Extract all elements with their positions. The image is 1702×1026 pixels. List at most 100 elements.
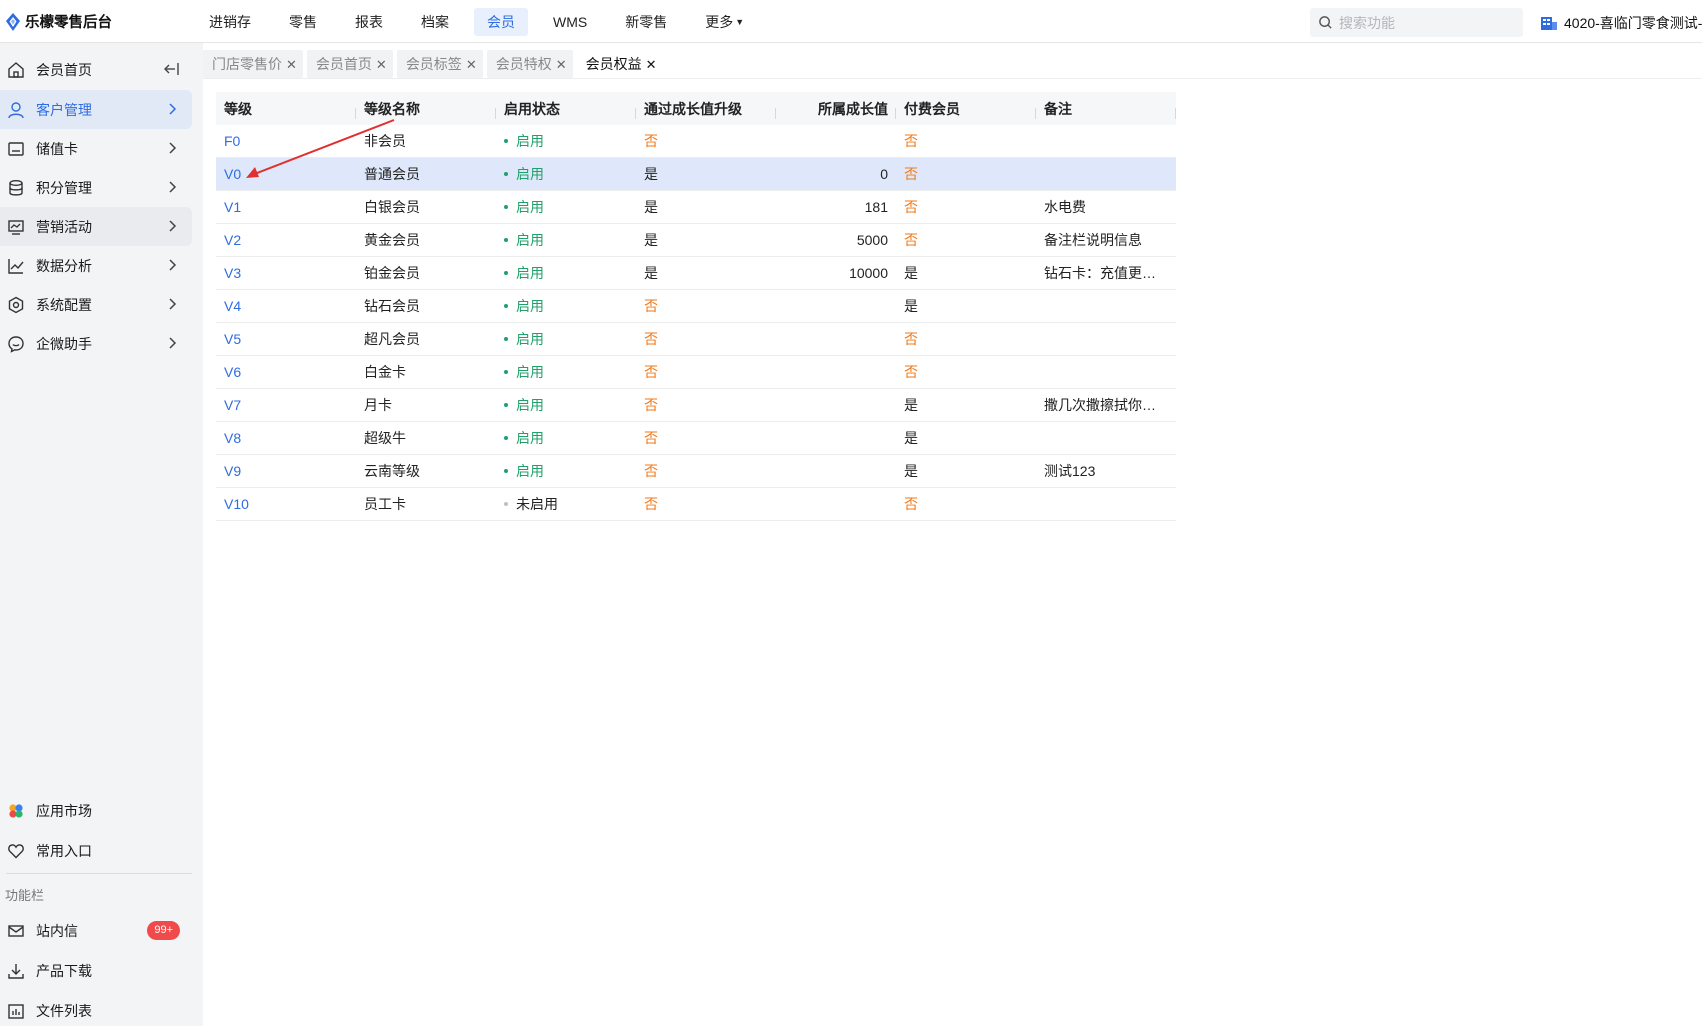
- cell-level[interactable]: V3: [216, 265, 356, 281]
- sidebar-item-customer[interactable]: 客户管理: [0, 90, 192, 129]
- cell-paid: 否: [904, 496, 918, 512]
- status-dot-icon: [504, 370, 508, 374]
- nav-archives[interactable]: 档案: [408, 8, 462, 36]
- caret-down-icon: ▼: [735, 17, 745, 27]
- sidebar-item-wecom-assistant[interactable]: 企微助手: [0, 324, 192, 363]
- cell-level[interactable]: V2: [216, 232, 356, 248]
- cell-level[interactable]: V5: [216, 331, 356, 347]
- cell-status: 启用: [496, 131, 636, 151]
- table-row[interactable]: V7 月卡 启用 否 是 撒几次撒擦拭你…: [216, 389, 1176, 422]
- table-row[interactable]: V1 白银会员 启用 是 181 否 水电费: [216, 191, 1176, 224]
- column-header[interactable]: 等级名称: [356, 99, 496, 119]
- sidebar-item-file-list[interactable]: 文件列表: [0, 991, 192, 1026]
- search-box[interactable]: [1310, 8, 1523, 37]
- nav-label: 档案: [421, 14, 449, 30]
- cell-note: 撒几次撒擦拭你…: [1044, 397, 1156, 413]
- nav-member[interactable]: 会员: [474, 8, 528, 36]
- cell-level[interactable]: V7: [216, 397, 356, 413]
- cell-level[interactable]: V1: [216, 199, 356, 215]
- table-row[interactable]: V5 超凡会员 启用 否 否: [216, 323, 1176, 356]
- cell-level[interactable]: V10: [216, 496, 356, 512]
- tab-member-home[interactable]: 会员首页 ✕: [306, 50, 393, 78]
- sidebar-item-label: 企微助手: [36, 335, 92, 352]
- tab-label: 会员首页: [315, 56, 372, 72]
- close-icon[interactable]: ✕: [556, 57, 567, 72]
- table-body: F0 非会员 启用否否 V0 普通会员 启用是 0 否 V1 白银会员 启用是 181 否水电费 V2 黄金…: [216, 125, 1176, 521]
- sidebar-item-favorites[interactable]: 常用入口: [0, 831, 192, 870]
- sidebar-item-stored-card[interactable]: 储值卡: [0, 129, 192, 168]
- top-nav: 进销存 零售 报表 档案 会员 WMS 新零售 更多 ▼: [196, 8, 769, 36]
- table-row[interactable]: V9 云南等级 启用 否 是 测试123: [216, 455, 1176, 488]
- close-icon[interactable]: ✕: [646, 57, 657, 72]
- cell-level[interactable]: V9: [216, 463, 356, 479]
- cell-level[interactable]: V4: [216, 298, 356, 314]
- search-input[interactable]: [1339, 14, 1519, 31]
- chevron-right-icon: [169, 298, 177, 310]
- sidebar-item-data-analysis[interactable]: 数据分析: [0, 246, 192, 285]
- cell-name: 铂金会员: [364, 265, 420, 281]
- sidebar-item-marketing[interactable]: 营销活动: [0, 207, 192, 246]
- nav-more[interactable]: 更多 ▼: [692, 8, 757, 36]
- status-dot-icon: [504, 205, 508, 209]
- close-icon[interactable]: ✕: [376, 57, 387, 72]
- heart-icon: [7, 842, 25, 860]
- cell-upgrade: 否: [644, 496, 658, 512]
- sidebar-item-system-config[interactable]: 系统配置: [0, 285, 192, 324]
- nav-inventory[interactable]: 进销存: [196, 8, 264, 36]
- collapse-sidebar-icon[interactable]: [163, 62, 179, 76]
- sidebar-item-label: 应用市场: [36, 802, 92, 819]
- sidebar-item-label: 积分管理: [36, 179, 92, 196]
- brand[interactable]: 乐檬零售后台: [6, 11, 112, 32]
- cell-level[interactable]: V6: [216, 364, 356, 380]
- cell-status: 启用: [496, 263, 636, 283]
- status-dot-icon: [504, 238, 508, 242]
- nav-new-retail[interactable]: 新零售: [612, 8, 680, 36]
- cell-growth: 0: [880, 166, 888, 182]
- sidebar-item-points[interactable]: 积分管理: [0, 168, 192, 207]
- close-icon[interactable]: ✕: [466, 57, 477, 72]
- table-row[interactable]: F0 非会员 启用 否 否: [216, 125, 1176, 158]
- column-header[interactable]: 所属成长值: [776, 99, 896, 119]
- cell-level[interactable]: V0: [216, 166, 356, 182]
- cell-status: 未启用: [496, 494, 636, 514]
- nav-reports[interactable]: 报表: [342, 8, 396, 36]
- sidebar-item-member-home[interactable]: 会员首页: [0, 50, 192, 89]
- cell-level[interactable]: F0: [216, 133, 356, 149]
- nav-label: 更多: [705, 14, 734, 30]
- tab-store-price[interactable]: 门店零售价 ✕: [203, 50, 303, 78]
- sidebar-item-label: 产品下载: [36, 962, 92, 979]
- column-header[interactable]: 付费会员: [896, 99, 1036, 119]
- column-header[interactable]: 备注: [1036, 99, 1176, 119]
- tab-member-benefits[interactable]: 会员权益 ✕: [576, 50, 663, 78]
- table-row[interactable]: V2 黄金会员 启用 是 5000 否 备注栏说明信息: [216, 224, 1176, 257]
- table-row[interactable]: V8 超级牛 启用 否 是: [216, 422, 1176, 455]
- column-header[interactable]: 通过成长值升级: [636, 99, 776, 119]
- table-row[interactable]: V10 员工卡 未启用 否 否: [216, 488, 1176, 521]
- sidebar-item-downloads[interactable]: 产品下载: [0, 951, 192, 990]
- table-row[interactable]: V4 钻石会员 启用 否 是: [216, 290, 1176, 323]
- store-selector[interactable]: 4020-喜临门零食测试-: [1540, 13, 1702, 33]
- tab-member-privileges[interactable]: 会员特权 ✕: [486, 50, 573, 78]
- table-row[interactable]: V0 普通会员 启用 是 0 否: [216, 158, 1176, 191]
- nav-retail[interactable]: 零售: [276, 8, 330, 36]
- close-icon[interactable]: ✕: [286, 57, 297, 72]
- tab-member-tags[interactable]: 会员标签 ✕: [396, 50, 483, 78]
- status-dot-icon: [504, 502, 508, 506]
- sidebar-item-app-market[interactable]: 应用市场: [0, 791, 192, 830]
- cell-level[interactable]: V8: [216, 430, 356, 446]
- column-header[interactable]: 等级: [216, 99, 356, 119]
- column-header[interactable]: 启用状态: [496, 99, 636, 119]
- table-row[interactable]: V3 铂金会员 启用 是 10000 是 钻石卡：充值更…: [216, 257, 1176, 290]
- nav-wms[interactable]: WMS: [540, 8, 600, 36]
- sidebar-item-messages[interactable]: 站内信 99+: [0, 911, 192, 950]
- cell-upgrade: 否: [644, 430, 658, 446]
- tab-label: 会员权益: [585, 56, 642, 72]
- cell-upgrade: 否: [644, 298, 658, 314]
- status-text: 启用: [516, 463, 544, 479]
- cell-upgrade: 是: [644, 166, 658, 182]
- table-row[interactable]: V6 白金卡 启用 否 否: [216, 356, 1176, 389]
- chevron-right-icon: [169, 259, 177, 271]
- cell-paid: 否: [904, 232, 918, 248]
- nav-label: 会员: [487, 14, 515, 30]
- status-text: 未启用: [516, 496, 558, 512]
